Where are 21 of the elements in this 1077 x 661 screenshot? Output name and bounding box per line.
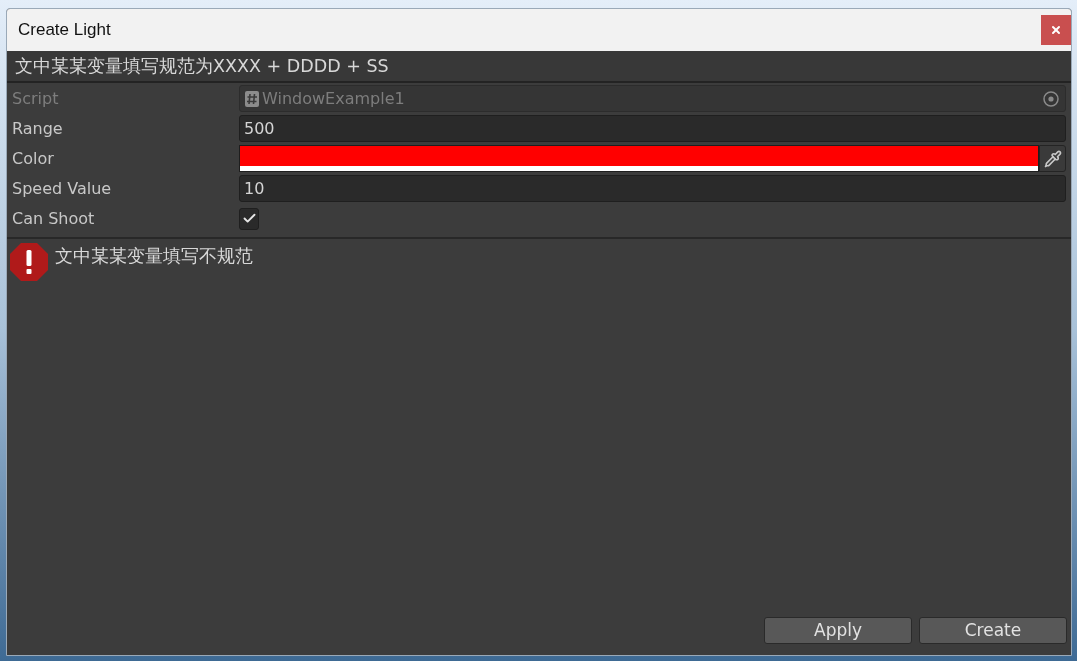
number-field[interactable]: 10: [239, 175, 1066, 202]
checkbox[interactable]: [239, 207, 259, 230]
script-file-icon: [245, 90, 259, 107]
naming-rule-heading: 文中某某变量填写规范为XXXX + DDDD + SS: [15, 54, 389, 78]
checkmark-icon: [241, 211, 257, 226]
close-button[interactable]: [1041, 15, 1071, 45]
color-field[interactable]: [239, 145, 1039, 172]
number-field[interactable]: 500: [239, 115, 1066, 142]
window-title: Create Light: [18, 19, 111, 42]
error-icon: [9, 242, 49, 282]
eyedropper-button[interactable]: [1039, 145, 1066, 172]
field-label: Range: [12, 117, 64, 140]
field-label: Can Shoot: [12, 207, 96, 230]
dialog-button[interactable]: Create: [919, 617, 1067, 644]
close-icon: [1050, 24, 1062, 36]
error-message: 文中某某变量填写不规范: [55, 244, 253, 268]
field-label: Color: [12, 147, 55, 170]
dialog-button[interactable]: Apply: [764, 617, 912, 644]
field-label: Speed Value: [12, 177, 113, 200]
field-label: Script: [12, 87, 60, 110]
eyedropper-icon: [1043, 149, 1062, 168]
